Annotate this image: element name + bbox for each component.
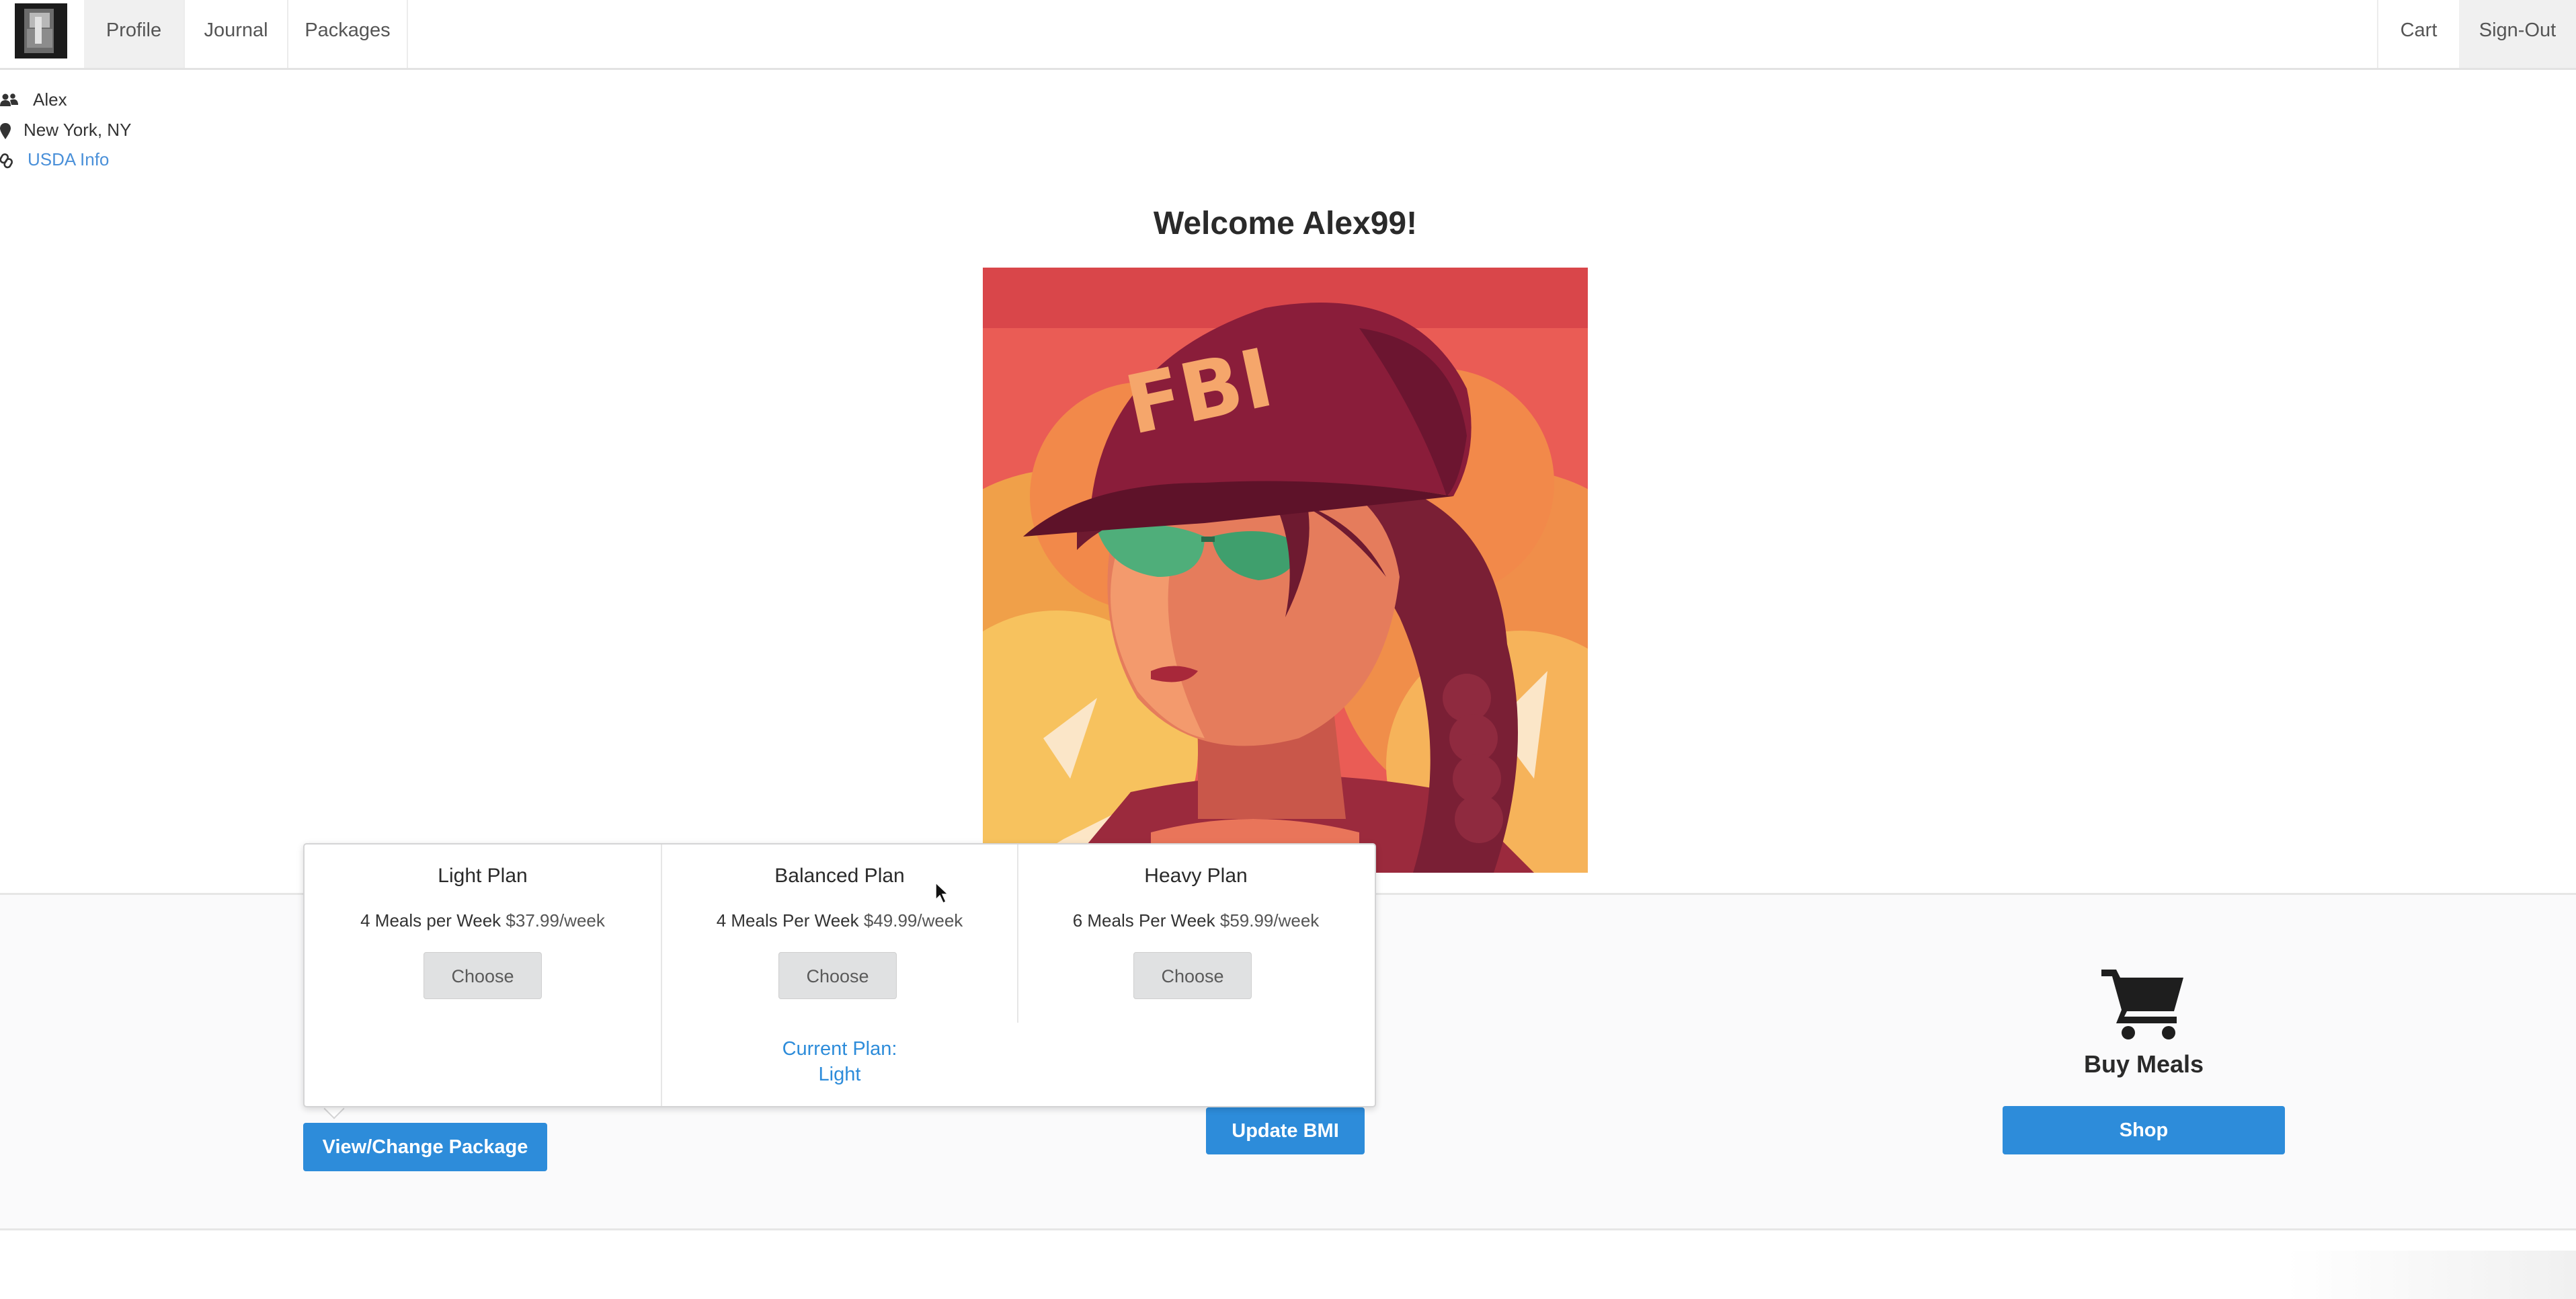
plan-title: Balanced Plan [774, 865, 905, 887]
plan-meals: 6 Meals Per Week [1072, 910, 1215, 931]
choose-heavy-plan-button[interactable]: Choose [1133, 952, 1252, 999]
plan-description: 6 Meals Per Week $59.99/week [1017, 910, 1375, 931]
current-plan-label: Current Plan: [782, 1038, 897, 1060]
nav-journal[interactable]: Journal [185, 0, 288, 68]
link-icon [0, 153, 13, 169]
nav-profile[interactable]: Profile [84, 0, 185, 68]
plan-meals: 4 Meals per Week [360, 910, 501, 931]
corner-fade [2286, 1251, 2576, 1299]
map-pin-icon [0, 123, 11, 139]
top-navbar: Profile Journal Packages Cart Sign-Out [0, 0, 2576, 70]
choose-light-plan-button[interactable]: Choose [424, 952, 542, 999]
plan-title: Heavy Plan [1144, 865, 1248, 887]
current-plan-indicator: Current Plan: Light [662, 1036, 1017, 1087]
logo-image [15, 3, 67, 58]
users-icon [0, 93, 18, 106]
packages-popup: Light Plan 4 Meals per Week $37.99/week … [303, 843, 1376, 1107]
buy-meals-label: Buy Meals [2083, 1050, 2204, 1078]
welcome-heading: Welcome Alex99! [1153, 206, 1418, 241]
plan-price: $37.99/week [506, 910, 605, 931]
user-name: Alex [33, 89, 67, 110]
logo-avatar[interactable] [15, 3, 67, 58]
nav-cart[interactable]: Cart [2377, 0, 2459, 68]
profile-avatar-image: FBI [983, 268, 1588, 873]
shopping-cart-icon [2101, 970, 2183, 1039]
shop-button[interactable]: Shop [2003, 1106, 2285, 1154]
current-plan-value: Light [818, 1064, 861, 1085]
mouse-cursor-icon [935, 882, 949, 904]
plan-price: $59.99/week [1219, 910, 1320, 931]
nav-sign-out[interactable]: Sign-Out [2459, 0, 2576, 68]
plan-description: 4 Meals per Week $37.99/week [305, 910, 661, 931]
plan-description: 4 Meals Per Week $49.99/week [662, 910, 1017, 931]
plan-card-light: Light Plan 4 Meals per Week $37.99/week … [305, 844, 662, 1106]
plan-title: Light Plan [438, 865, 528, 887]
choose-balanced-plan-button[interactable]: Choose [778, 952, 897, 999]
plan-card-heavy: Heavy Plan 6 Meals Per Week $59.99/week … [1017, 844, 1375, 1106]
plan-card-balanced: Balanced Plan 4 Meals Per Week $49.99/we… [662, 844, 1017, 1106]
user-location: New York, NY [24, 120, 132, 140]
usda-info-link[interactable]: USDA Info [28, 147, 109, 171]
plan-price: $49.99/week [863, 910, 963, 931]
nav-packages[interactable]: Packages [288, 0, 408, 68]
view-change-package-button[interactable]: View/Change Package [303, 1123, 547, 1171]
update-bmi-button[interactable]: Update BMI [1206, 1107, 1365, 1154]
plan-meals: 4 Meals Per Week [716, 910, 859, 931]
